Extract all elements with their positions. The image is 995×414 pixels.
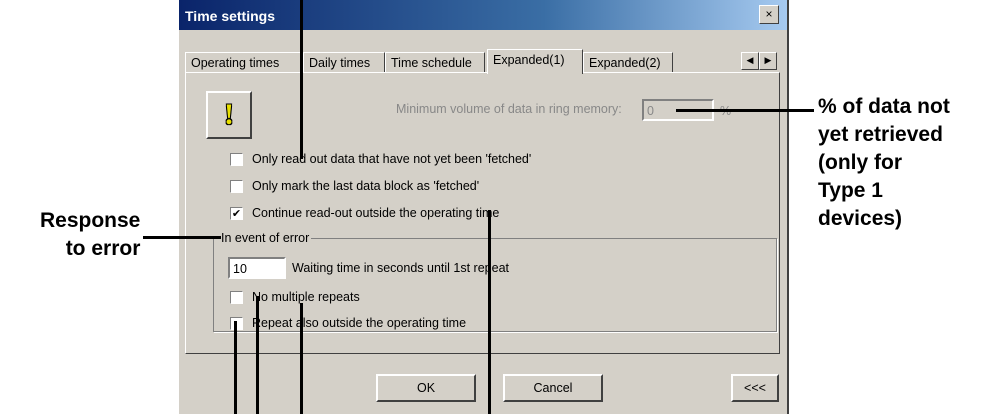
tab-scroll-left-icon[interactable]: ◀ <box>741 52 759 70</box>
callout-percent-line3: (only for <box>818 151 902 174</box>
callout-percent: % of data not yet retrieved (only for Ty… <box>818 93 950 233</box>
continue-readout-checkbox[interactable]: ✔ <box>230 207 243 220</box>
callout-percent-line4: Type 1 <box>818 179 883 202</box>
error-group-title: In event of error <box>219 231 312 245</box>
tab-expanded-2[interactable]: Expanded(2) <box>583 52 673 72</box>
back-button[interactable]: <<< <box>731 374 779 402</box>
callout-line-bottom-1 <box>300 303 303 414</box>
tab-time-schedule[interactable]: Time schedule <box>385 52 485 72</box>
callout-percent-line1: % of data not <box>818 95 950 118</box>
tab-operating-times[interactable]: Operating times <box>185 52 303 72</box>
wait-time-label: Waiting time in seconds until 1st repeat <box>292 261 510 275</box>
tab-expanded-1[interactable]: Expanded(1) <box>487 49 583 74</box>
close-button[interactable]: × <box>759 5 779 24</box>
no-multiple-repeats-label: No multiple repeats <box>252 290 360 304</box>
tab-daily-times[interactable]: Daily times <box>303 52 385 72</box>
tab-scroll-right-icon[interactable]: ▶ <box>759 52 777 70</box>
cancel-button[interactable]: Cancel <box>503 374 603 402</box>
callout-line-bottom-4 <box>488 210 491 414</box>
callout-response-line1: Response <box>40 209 141 232</box>
callout-response-line2: to error <box>65 237 141 260</box>
min-volume-label: Minimum volume of data in ring memory: <box>396 102 622 116</box>
only-mark-last-label: Only mark the last data block as 'fetche… <box>252 179 480 193</box>
ok-button[interactable]: OK <box>376 374 476 402</box>
callout-response-leader <box>143 236 221 239</box>
only-mark-last-checkbox[interactable] <box>230 180 243 193</box>
dialog-title: Time settings <box>185 8 275 24</box>
title-bar: Time settings × <box>179 0 787 30</box>
callout-percent-line2: yet retrieved <box>818 123 943 146</box>
callout-line-top <box>300 0 303 159</box>
callout-response: Response to error <box>40 207 140 263</box>
continue-readout-label: Continue read-out outside the operating … <box>252 206 500 220</box>
callout-percent-line5: devices) <box>818 207 903 230</box>
callout-line-bottom-3 <box>256 296 259 414</box>
callout-line-bottom-2 <box>234 321 237 414</box>
only-read-out-label: Only read out data that have not yet bee… <box>252 152 532 166</box>
warning-icon[interactable]: ! <box>206 91 252 139</box>
repeat-outside-label: Repeat also outside the operating time <box>252 316 467 330</box>
no-multiple-repeats-checkbox[interactable] <box>230 291 243 304</box>
only-read-out-checkbox[interactable] <box>230 153 243 166</box>
callout-percent-leader <box>676 109 814 112</box>
wait-time-input[interactable]: 10 <box>228 257 286 279</box>
